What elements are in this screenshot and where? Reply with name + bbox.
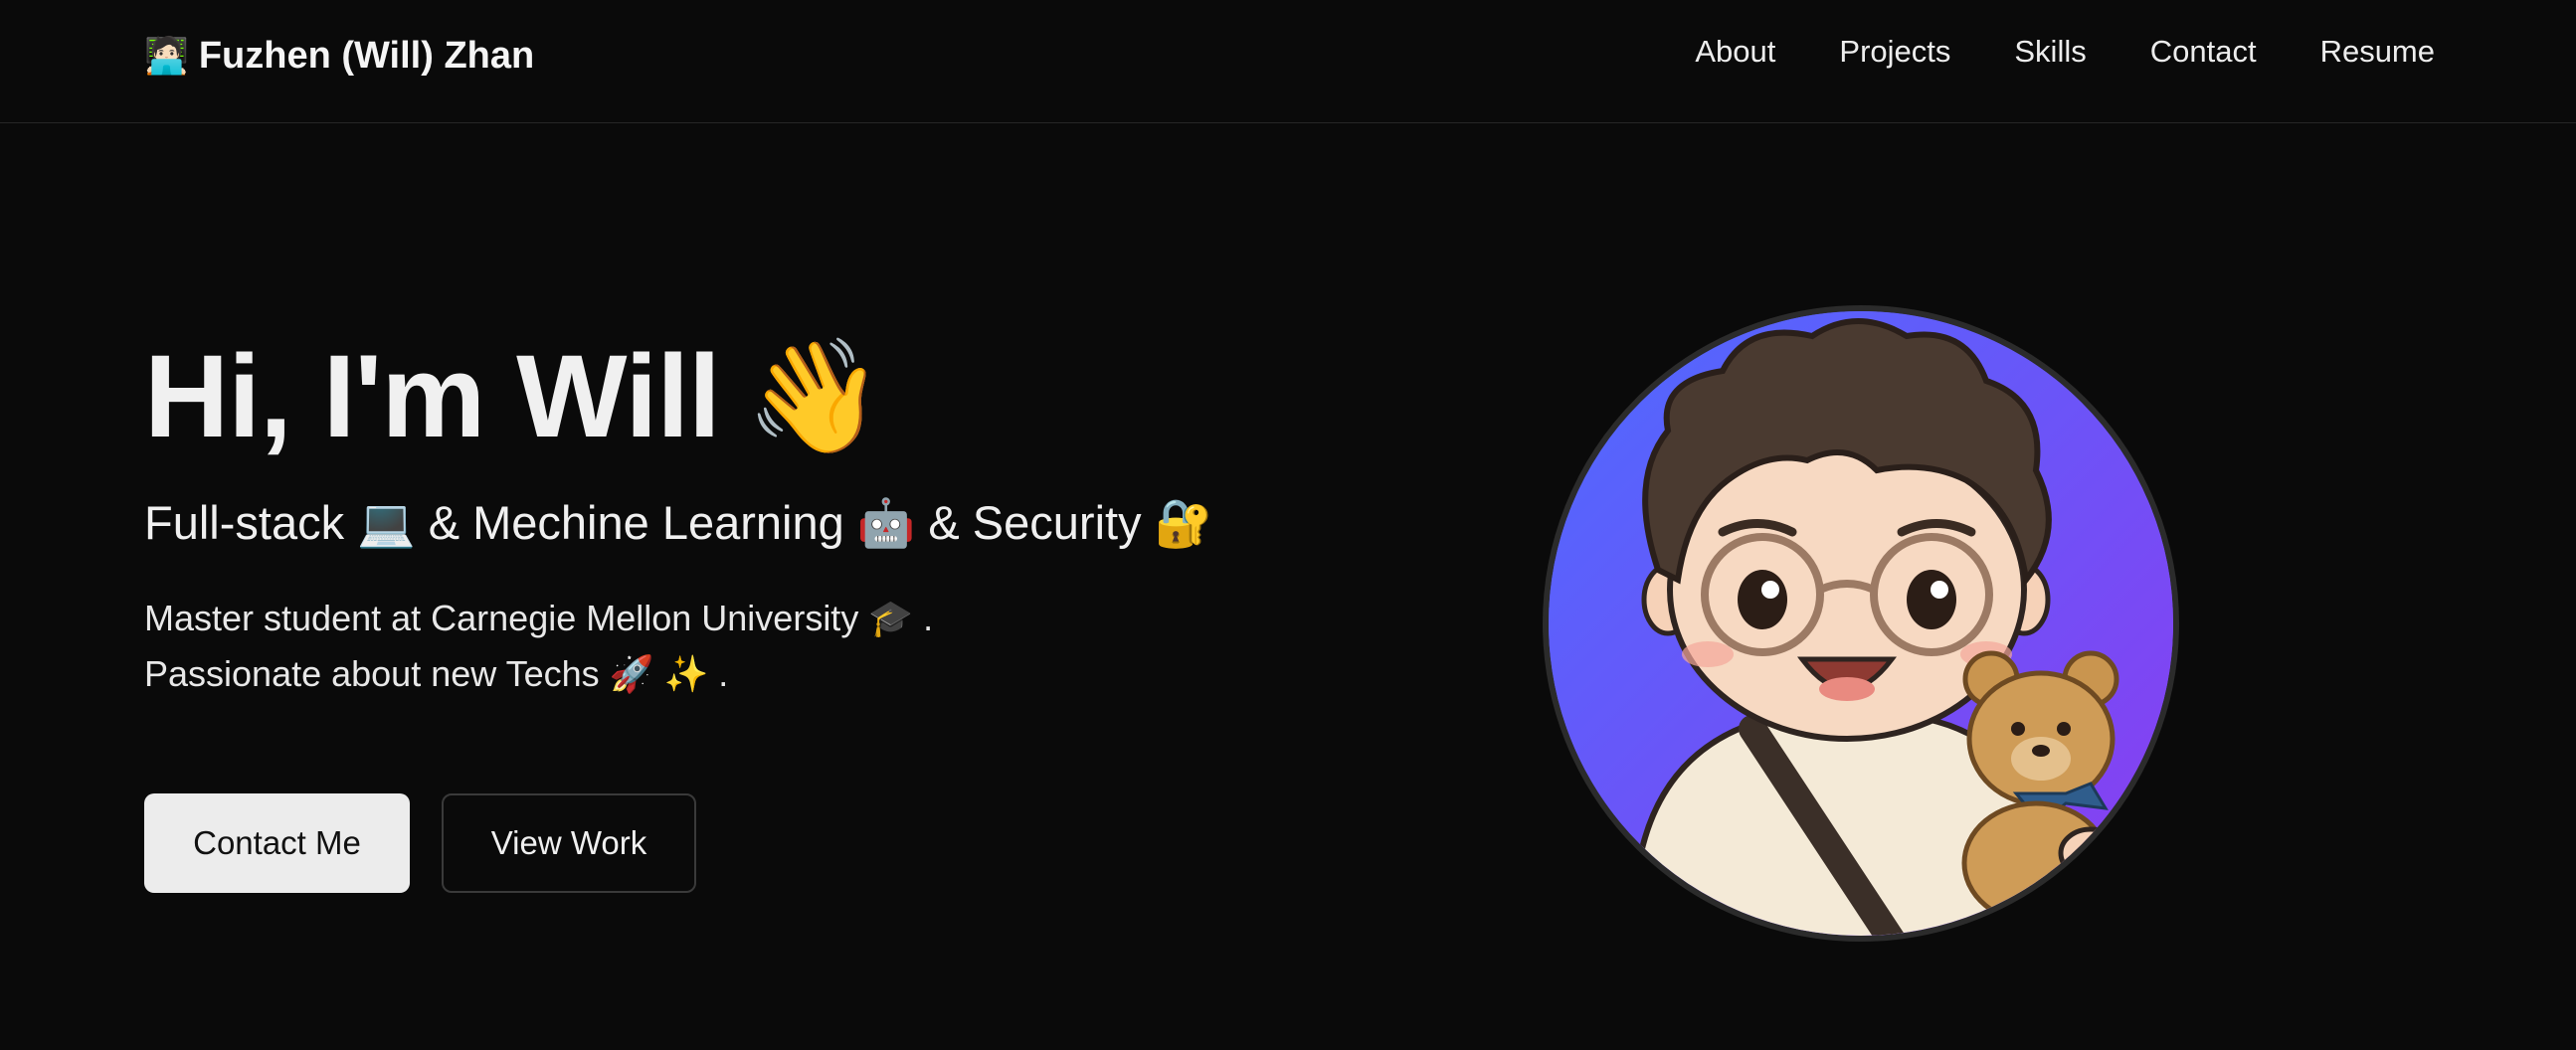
nav-projects[interactable]: Projects: [1839, 34, 1950, 70]
navbar: 🧑🏻‍💻 Fuzhen (Will) Zhan About Projects S…: [0, 0, 2576, 123]
nav-skills[interactable]: Skills: [2014, 34, 2086, 70]
hero-desc-line-2: Passionate about new Techs 🚀 ✨ .: [144, 653, 729, 694]
technologist-icon: 🧑🏻‍💻: [144, 35, 189, 76]
brand-name: Fuzhen (Will) Zhan: [198, 34, 535, 77]
hero-section: Hi, I'm Will 👋 Full-stack 💻 & Mechine Le…: [144, 338, 1437, 702]
contact-me-button[interactable]: Contact Me: [144, 793, 410, 893]
nav-resume[interactable]: Resume: [2320, 34, 2435, 70]
view-work-button[interactable]: View Work: [442, 793, 696, 893]
hero-description: Master student at Carnegie Mellon Univer…: [144, 591, 1437, 702]
nav-contact[interactable]: Contact: [2150, 34, 2257, 70]
hero-greeting: Hi, I'm Will: [144, 331, 721, 462]
hero-title: Hi, I'm Will 👋: [144, 338, 1437, 455]
brand-link[interactable]: 🧑🏻‍💻 Fuzhen (Will) Zhan: [144, 30, 534, 82]
hero-desc-line-1: Master student at Carnegie Mellon Univer…: [144, 598, 934, 638]
avatar-illustration: [1549, 311, 2173, 936]
nav-about[interactable]: About: [1695, 34, 1775, 70]
hero-subtitle: Full-stack 💻 & Mechine Learning 🤖 & Secu…: [144, 496, 1213, 549]
hero-buttons: Contact Me View Work: [144, 793, 696, 893]
waving-hand-icon: 👋: [745, 334, 884, 458]
nav-links: About Projects Skills Contact Resume: [1695, 34, 2435, 70]
avatar: [1543, 305, 2179, 942]
